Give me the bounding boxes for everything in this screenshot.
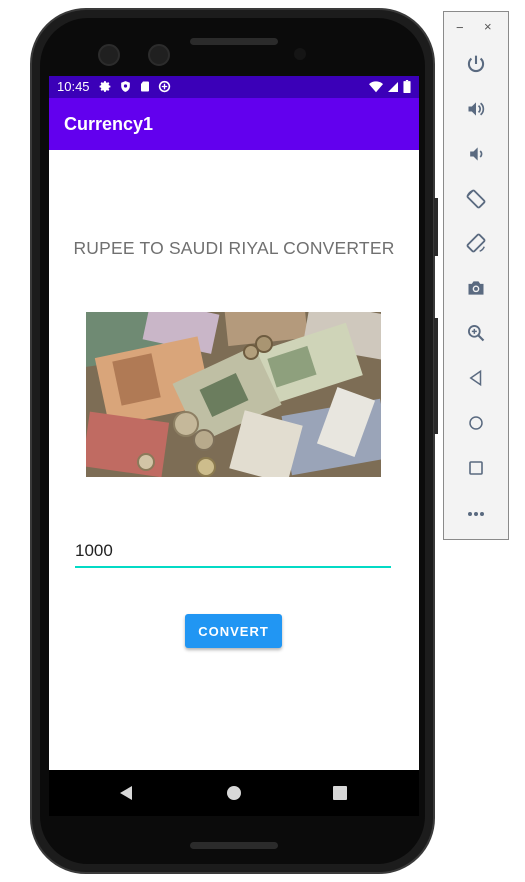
volume-down-icon: [470, 147, 483, 161]
nav-recents-button[interactable]: [310, 770, 370, 816]
status-system-icons: [369, 80, 411, 93]
back-icon: [469, 369, 482, 387]
nav-back-button[interactable]: [96, 770, 156, 816]
screenshot-button[interactable]: [462, 274, 490, 302]
amount-field[interactable]: [75, 536, 391, 568]
volume-up-button[interactable]: [462, 95, 490, 123]
nav-home-button[interactable]: [204, 770, 264, 816]
more-button[interactable]: [462, 500, 490, 528]
overview-icon: [469, 461, 483, 475]
navigation-bar: [49, 770, 419, 816]
bottom-speaker: [190, 842, 278, 849]
status-bar: 10:45: [49, 76, 419, 98]
settings-icon: [99, 81, 111, 92]
data-saver-icon: [158, 80, 171, 93]
rotate-right-icon: [466, 233, 486, 253]
more-icon: [468, 512, 484, 516]
rotate-left-icon: [466, 189, 486, 209]
recents-icon: [333, 786, 347, 800]
overview-button[interactable]: [462, 454, 490, 482]
converter-heading: RUPEE TO SAUDI RIYAL CONVERTER: [73, 238, 395, 258]
back-button[interactable]: [462, 364, 490, 392]
volume-side-button: [434, 318, 438, 434]
close-button[interactable]: ×: [484, 19, 492, 34]
amount-input[interactable]: [75, 541, 391, 561]
power-button[interactable]: [462, 50, 490, 78]
convert-button[interactable]: CONVERT: [185, 614, 282, 648]
home-icon: [469, 416, 483, 430]
shield-icon: [121, 81, 130, 92]
front-camera: [98, 44, 120, 66]
rotate-right-button[interactable]: [462, 229, 490, 257]
zoom-icon: [468, 325, 485, 342]
zoom-button[interactable]: [462, 319, 490, 347]
status-notification-icons: [99, 80, 171, 93]
sd-card-icon: [141, 81, 149, 92]
app-bar: Currency1: [49, 98, 419, 150]
input-underline: [75, 566, 391, 568]
device-screen: 10:45 Currency1 RUPEE TO SAUDI RIYAL CON…: [49, 76, 419, 816]
home-icon: [227, 786, 241, 800]
currency-notes-image: [86, 312, 381, 477]
power-side-button: [434, 198, 438, 256]
volume-up-icon: [468, 102, 485, 116]
volume-down-button[interactable]: [462, 140, 490, 168]
home-button[interactable]: [462, 409, 490, 437]
earpiece-speaker: [190, 38, 278, 45]
power-icon: [467, 55, 485, 73]
emulator-toolbar: − ×: [443, 11, 509, 540]
rotate-left-button[interactable]: [462, 185, 490, 213]
app-title: Currency1: [64, 114, 154, 134]
minimize-button[interactable]: −: [456, 20, 464, 35]
battery-icon: [403, 80, 411, 93]
front-camera-secondary: [148, 44, 170, 66]
screenshot-icon: [468, 281, 484, 295]
wifi-icon: [369, 80, 383, 92]
status-time: 10:45: [57, 79, 90, 94]
back-icon: [120, 786, 132, 800]
signal-icon: [388, 81, 398, 92]
proximity-sensor: [294, 48, 306, 60]
